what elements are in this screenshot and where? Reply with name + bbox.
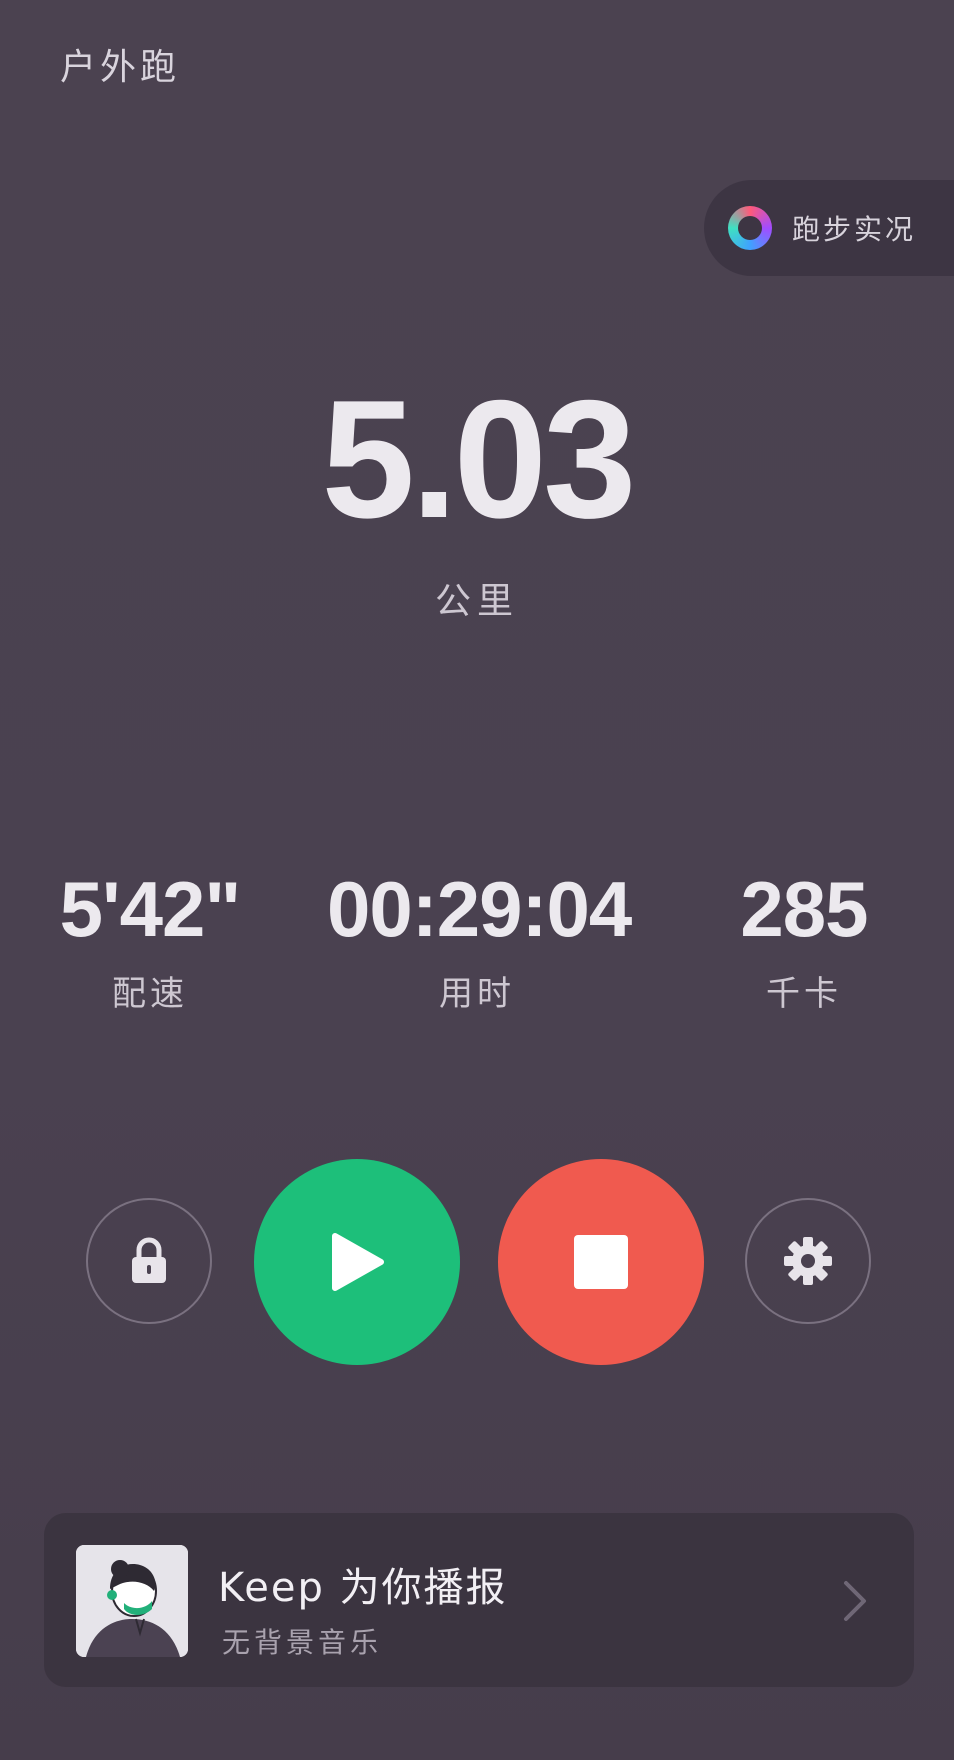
settings-button[interactable] — [745, 1198, 871, 1324]
stat-duration: 00:29:04 用时 — [327, 865, 632, 1015]
lock-icon — [132, 1237, 166, 1283]
pace-label: 配速 — [112, 974, 188, 1014]
live-running-button[interactable]: 跑步实况 — [704, 180, 954, 276]
distance-unit: 公里 — [434, 581, 519, 622]
coach-illustration — [76, 1545, 188, 1657]
stat-pace: 5'42" 配速 — [0, 870, 300, 1015]
coach-avatar — [76, 1545, 188, 1657]
pace-value: 5'42" — [59, 865, 242, 953]
distance-value: 5.03 — [321, 365, 637, 553]
voice-card-title: Keep 为你播报 — [218, 1565, 508, 1611]
voice-card-subtitle: 无背景音乐 — [222, 1626, 383, 1659]
duration-value: 00:29:04 — [327, 865, 632, 953]
live-running-label: 跑步实况 — [792, 213, 917, 246]
chevron-right-icon — [844, 1581, 866, 1621]
control-bar — [0, 1150, 954, 1370]
calories-label: 千卡 — [766, 974, 842, 1014]
resume-button[interactable] — [254, 1159, 460, 1365]
page-title: 户外跑 — [60, 47, 181, 88]
gear-icon — [784, 1237, 832, 1285]
stop-icon — [574, 1235, 628, 1289]
play-icon — [332, 1233, 384, 1291]
stop-button[interactable] — [498, 1159, 704, 1365]
calories-value: 285 — [740, 865, 868, 953]
stat-calories: 285 千卡 — [654, 870, 954, 1015]
voice-broadcast-card[interactable]: Keep 为你播报 无背景音乐 — [44, 1513, 914, 1687]
ring-gradient-icon — [728, 206, 772, 250]
duration-label: 用时 — [439, 974, 515, 1014]
lock-button[interactable] — [86, 1198, 212, 1324]
stats-row: 5'42" 配速 00:29:04 用时 285 千卡 — [0, 870, 954, 1020]
running-screen: 户外跑 跑步实况 5.03 公里 5'42" 配速 00:29:04 用时 28… — [0, 0, 954, 1760]
